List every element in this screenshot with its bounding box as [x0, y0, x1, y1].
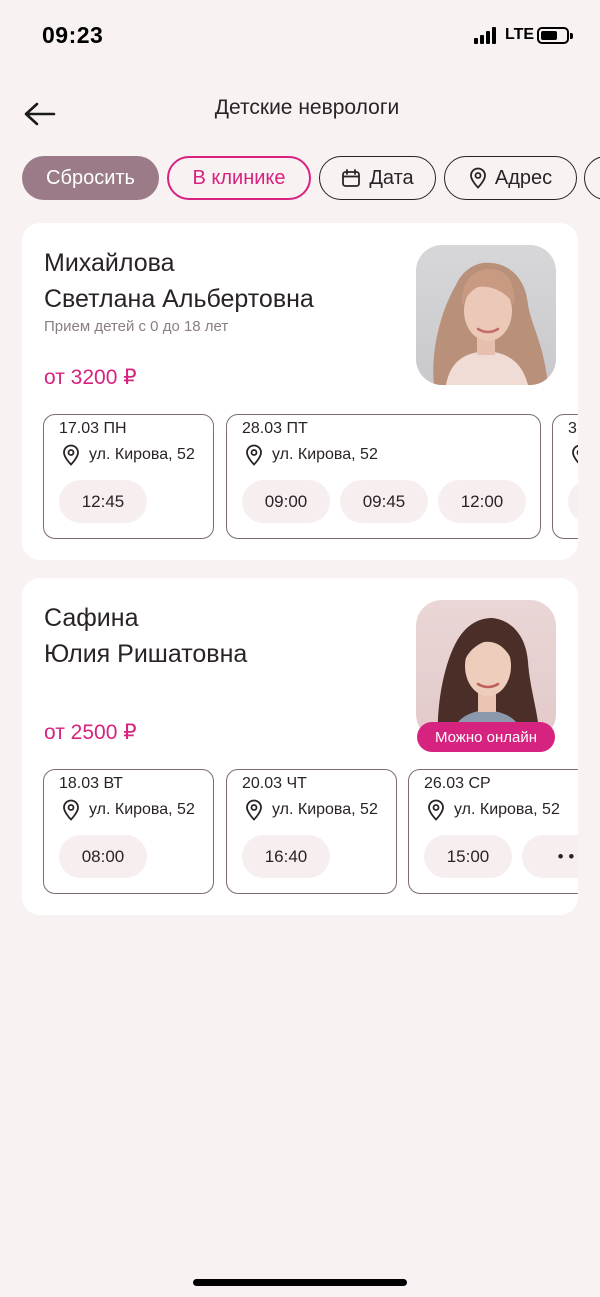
time-row: 15:00 • •	[424, 835, 578, 878]
screen: 09:23 LTE Детские неврологи Сбросить В к…	[0, 0, 600, 1297]
time-slot-button[interactable]: 09:45	[340, 480, 428, 523]
location-pin-icon	[428, 799, 444, 821]
price-label: от 3200 ₽	[44, 366, 137, 389]
signal-icon	[474, 27, 496, 44]
slot-date: 20.03 ЧТ	[242, 775, 307, 792]
online-available-badge: Можно онлайн	[417, 722, 555, 752]
time-row	[568, 480, 578, 523]
location-pin-icon	[63, 799, 79, 821]
status-time: 09:23	[42, 22, 104, 48]
location-pin-icon	[63, 444, 79, 466]
time-slot-button[interactable]: 09:00	[242, 480, 330, 523]
time-row: 16:40	[242, 835, 330, 878]
doctor-given-names: Юлия Ришатовна	[44, 640, 248, 668]
home-indicator	[193, 1279, 407, 1286]
price-label: от 2500 ₽	[44, 721, 137, 744]
time-slot-button[interactable]: 08:00	[59, 835, 147, 878]
location-pin-icon	[572, 444, 578, 464]
doctor-photo[interactable]	[416, 600, 556, 740]
age-range-note: Прием детей с 0 до 18 лет	[44, 318, 229, 335]
page-title: Детские неврологи	[214, 96, 400, 119]
time-slot-button[interactable]: 15:00	[424, 835, 512, 878]
filter-chips: Сбросить В клинике Дата Адрес	[22, 156, 600, 200]
doctor-name: Михайлова Светлана Альбертовна	[44, 245, 314, 317]
date-filter-label: Дата	[369, 166, 414, 189]
slot-address-text: ул. Кирова, 52	[89, 446, 195, 463]
more-times-button[interactable]: • •	[522, 835, 578, 878]
date-slot-card: 17.03 ПН ул. Кирова, 52 12:45	[43, 414, 214, 539]
time-slot-button[interactable]: 12:00	[438, 480, 526, 523]
address-filter-label: Адрес	[494, 166, 553, 189]
reset-filter-chip[interactable]: Сбросить	[22, 156, 159, 200]
slot-date: 18.03 ВТ	[59, 775, 123, 792]
in-clinic-filter-chip[interactable]: В клинике	[167, 156, 311, 200]
slot-address	[571, 444, 578, 466]
slot-address-text: ул. Кирова, 52	[454, 801, 560, 818]
doctor-card[interactable]: Михайлова Светлана Альбертовна Прием дет…	[22, 223, 578, 560]
calendar-icon	[342, 169, 361, 187]
slot-address-text: ул. Кирова, 52	[272, 446, 378, 463]
time-slot-button[interactable]: 12:45	[59, 480, 147, 523]
doctor-given-names: Светлана Альбертовна	[44, 285, 314, 313]
location-pin-icon	[246, 799, 262, 821]
time-row: 09:00 09:45 12:00	[242, 480, 526, 523]
slot-address: ул. Кирова, 52	[62, 799, 195, 821]
network-label: LTE	[505, 26, 535, 43]
doctor-photo[interactable]	[416, 245, 556, 385]
slot-date: 31	[568, 420, 578, 437]
more-filter-chip[interactable]	[584, 156, 600, 200]
date-filter-chip[interactable]: Дата	[319, 156, 436, 200]
slot-address-text: ул. Кирова, 52	[272, 801, 378, 818]
slot-date: 17.03 ПН	[59, 420, 127, 437]
location-pin-icon	[246, 444, 262, 466]
date-slot-card: 26.03 СР ул. Кирова, 52 15:00 • •	[408, 769, 578, 894]
slot-date: 28.03 ПТ	[242, 420, 308, 437]
status-bar: 09:23 LTE	[0, 0, 600, 72]
address-filter-chip[interactable]: Адрес	[444, 156, 577, 200]
slot-date: 26.03 СР	[424, 775, 491, 792]
date-slot-card: 28.03 ПТ ул. Кирова, 52 09:00 09:45 12:0…	[226, 414, 541, 539]
location-pin-icon	[469, 167, 486, 189]
doctor-surname: Михайлова	[44, 249, 175, 277]
time-slot-button[interactable]: 16:40	[242, 835, 330, 878]
time-slot-button[interactable]	[568, 480, 578, 523]
in-clinic-filter-label: В клинике	[192, 166, 286, 189]
doctor-name: Сафина Юлия Ришатовна	[44, 600, 247, 672]
time-row: 08:00	[59, 835, 147, 878]
date-slot-card: 31	[552, 414, 578, 539]
slot-address: ул. Кирова, 52	[245, 444, 378, 466]
slot-address: ул. Кирова, 52	[62, 444, 195, 466]
schedule-slots: 18.03 ВТ ул. Кирова, 52 08:00 20.03 ЧТ у…	[43, 769, 578, 894]
slot-address-text: ул. Кирова, 52	[89, 801, 195, 818]
schedule-slots: 17.03 ПН ул. Кирова, 52 12:45 28.03 ПТ у…	[43, 414, 578, 539]
doctor-surname: Сафина	[44, 604, 139, 632]
time-row: 12:45	[59, 480, 147, 523]
slot-address: ул. Кирова, 52	[245, 799, 378, 821]
date-slot-card: 20.03 ЧТ ул. Кирова, 52 16:40	[226, 769, 397, 894]
doctor-card[interactable]: Сафина Юлия Ришатовна от 2500 ₽ Можно он…	[22, 578, 578, 915]
reset-filter-label: Сбросить	[46, 166, 135, 189]
battery-icon	[537, 27, 573, 44]
slot-address: ул. Кирова, 52	[427, 799, 560, 821]
date-slot-card: 18.03 ВТ ул. Кирова, 52 08:00	[43, 769, 214, 894]
